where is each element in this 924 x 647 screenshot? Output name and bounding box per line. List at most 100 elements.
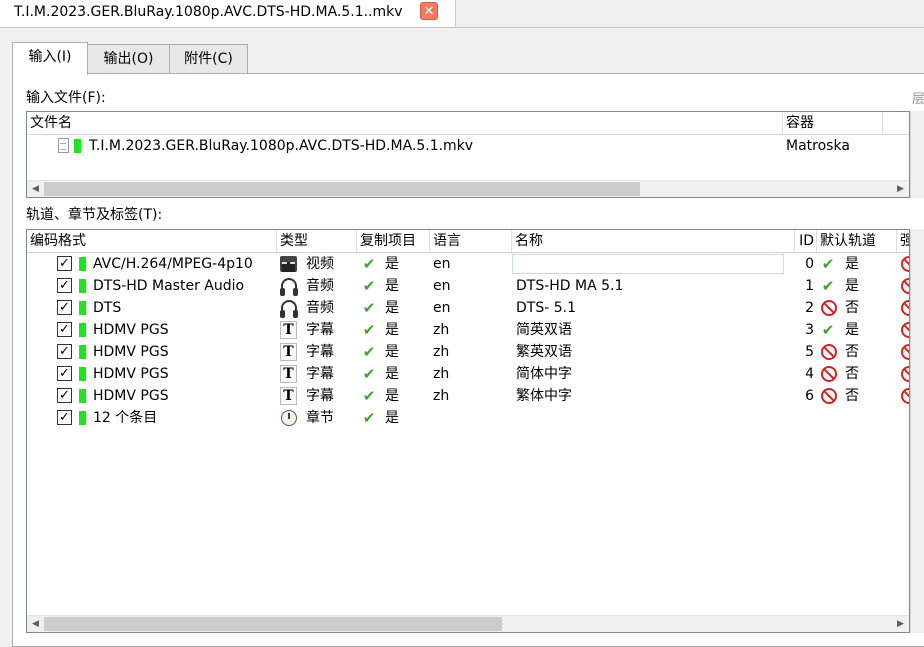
tab-input[interactable]: 输入(I) [12, 42, 88, 75]
track-id: 0 [805, 256, 814, 272]
enabled-indicator [79, 323, 86, 337]
scroll-right-icon[interactable]: ▶ [892, 181, 909, 197]
track-name: 繁英双语 [516, 344, 572, 360]
track-row[interactable]: ✓ HDMV PGS T 字幕 ✔ 是 zh 简英双语 3 ✔ 是 [27, 319, 909, 341]
forbidden-icon [821, 300, 837, 316]
track-language: zh [433, 366, 450, 382]
track-row[interactable]: ✓ HDMV PGS T 字幕 ✔ 是 zh 繁体中字 6 否 [27, 385, 909, 407]
column-codec[interactable]: 编码格式 [27, 230, 277, 252]
track-row[interactable]: ✓ 12 个条目 章节 ✔ 是 [27, 407, 909, 429]
forced-forbidden-icon [901, 344, 909, 360]
track-row[interactable]: ✓ HDMV PGS T 字幕 ✔ 是 zh 繁英双语 5 否 [27, 341, 909, 363]
forbidden-icon [821, 388, 837, 404]
forced-forbidden-icon [901, 256, 909, 272]
track-checkbox[interactable]: ✓ [57, 300, 72, 315]
track-language: en [433, 278, 451, 294]
column-language[interactable]: 语言 [430, 230, 512, 252]
track-type: 音频 [306, 300, 334, 316]
check-icon: ✔ [362, 277, 376, 295]
track-default: 否 [845, 366, 859, 382]
track-row[interactable]: ✓ DTS 音频 ✔ 是 en DTS- 5.1 2 否 [27, 297, 909, 319]
track-default: 否 [845, 300, 859, 316]
input-file-name: T.I.M.2023.GER.BluRay.1080p.AVC.DTS-HD.M… [89, 138, 474, 154]
forced-forbidden-icon [901, 300, 909, 316]
check-icon: ✔ [362, 365, 376, 383]
tracks-hscrollbar[interactable]: ◀ ▶ [27, 615, 909, 632]
track-checkbox[interactable]: ✓ [57, 344, 72, 359]
column-id[interactable]: ID [795, 230, 817, 252]
input-files-list[interactable]: 文件名 容器 T.I.M.2023.GER.BluRay.1080p.AVC.D… [26, 111, 910, 198]
column-type[interactable]: 类型 [277, 230, 357, 252]
column-filename[interactable]: 文件名 [27, 112, 783, 134]
track-type: 字幕 [306, 344, 334, 360]
scroll-left-icon[interactable]: ◀ [27, 181, 44, 197]
track-language: zh [433, 344, 450, 360]
track-id: 5 [805, 344, 814, 360]
track-type: 字幕 [306, 388, 334, 404]
track-codec: HDMV PGS [93, 388, 169, 404]
forced-forbidden-icon [901, 388, 909, 404]
track-row[interactable]: ✓ HDMV PGS T 字幕 ✔ 是 zh 简体中字 4 否 [27, 363, 909, 385]
track-row[interactable]: ✓ AVC/H.264/MPEG-4p10 视频 ✔ 是 en 0 ✔ 是 [27, 253, 909, 275]
panel-vscrollbar[interactable] [910, 111, 924, 198]
track-type: 字幕 [306, 366, 334, 382]
column-name[interactable]: 名称 [512, 230, 795, 252]
track-type: 章节 [306, 410, 334, 426]
column-container[interactable]: 容器 [783, 112, 883, 134]
column-forced[interactable]: 强 [897, 230, 909, 252]
track-name: 繁体中字 [516, 388, 572, 404]
check-icon: ✔ [362, 299, 376, 317]
scroll-left-icon[interactable]: ◀ [27, 616, 44, 632]
scroll-thumb[interactable] [44, 182, 640, 196]
document-tab-title: T.I.M.2023.GER.BluRay.1080p.AVC.DTS-HD.M… [14, 4, 403, 20]
track-codec: HDMV PGS [93, 366, 169, 382]
track-name: 简英双语 [516, 322, 572, 338]
check-icon: ✔ [821, 277, 835, 295]
track-default: 否 [845, 388, 859, 404]
tracks-label: 轨道、章节及标签(T): [26, 207, 163, 223]
enabled-indicator [79, 367, 86, 381]
scroll-right-icon[interactable]: ▶ [892, 616, 909, 632]
track-id [795, 407, 814, 429]
track-copy: 是 [385, 322, 399, 338]
track-checkbox[interactable]: ✓ [57, 256, 72, 271]
input-files-hscrollbar[interactable]: ◀ ▶ [27, 180, 909, 197]
track-checkbox[interactable]: ✓ [57, 410, 72, 425]
close-icon[interactable]: ✕ [420, 2, 438, 20]
track-copy: 是 [385, 388, 399, 404]
track-language: zh [433, 322, 450, 338]
track-codec: DTS [93, 300, 122, 316]
column-copy[interactable]: 复制项目 [357, 230, 430, 252]
panel-vscrollbar-lower[interactable] [910, 229, 924, 633]
subtitle-icon: T [280, 343, 297, 361]
tab-attachments[interactable]: 附件(C) [169, 44, 248, 74]
enabled-indicator [79, 389, 86, 403]
cutoff-label: 层 [912, 92, 924, 107]
track-copy: 是 [385, 366, 399, 382]
track-checkbox[interactable]: ✓ [57, 278, 72, 293]
track-default: 是 [845, 278, 859, 294]
check-icon: ✔ [362, 343, 376, 361]
audio-icon [280, 300, 298, 318]
tab-output[interactable]: 输出(O) [87, 44, 170, 74]
track-type: 视频 [306, 256, 334, 272]
document-tab-bar: T.I.M.2023.GER.BluRay.1080p.AVC.DTS-HD.M… [0, 0, 924, 28]
track-codec: HDMV PGS [93, 344, 169, 360]
enabled-indicator [79, 411, 86, 425]
name-edit-field[interactable] [512, 254, 784, 274]
track-row[interactable]: ✓ DTS-HD Master Audio 音频 ✔ 是 en DTS-HD MA 5.1 1… [27, 275, 909, 297]
tracks-list[interactable]: 编码格式 类型 复制项目 语言 名称 ID 默认轨道 强 ✓ AVC/H.264/… [26, 229, 910, 633]
column-default[interactable]: 默认轨道 [817, 230, 897, 252]
tracks-header: 编码格式 类型 复制项目 语言 名称 ID 默认轨道 强 [27, 230, 909, 253]
scroll-thumb[interactable] [44, 617, 502, 631]
track-checkbox[interactable]: ✓ [57, 366, 72, 381]
input-file-row[interactable]: T.I.M.2023.GER.BluRay.1080p.AVC.DTS-HD.M… [27, 135, 909, 157]
track-codec: 12 个条目 [93, 410, 158, 426]
track-language: zh [433, 388, 450, 404]
subtitle-icon: T [280, 387, 297, 405]
input-files-header: 文件名 容器 [27, 112, 909, 135]
track-checkbox[interactable]: ✓ [57, 388, 72, 403]
track-id: 4 [805, 366, 814, 382]
track-checkbox[interactable]: ✓ [57, 322, 72, 337]
document-tab[interactable]: T.I.M.2023.GER.BluRay.1080p.AVC.DTS-HD.M… [0, 0, 456, 27]
